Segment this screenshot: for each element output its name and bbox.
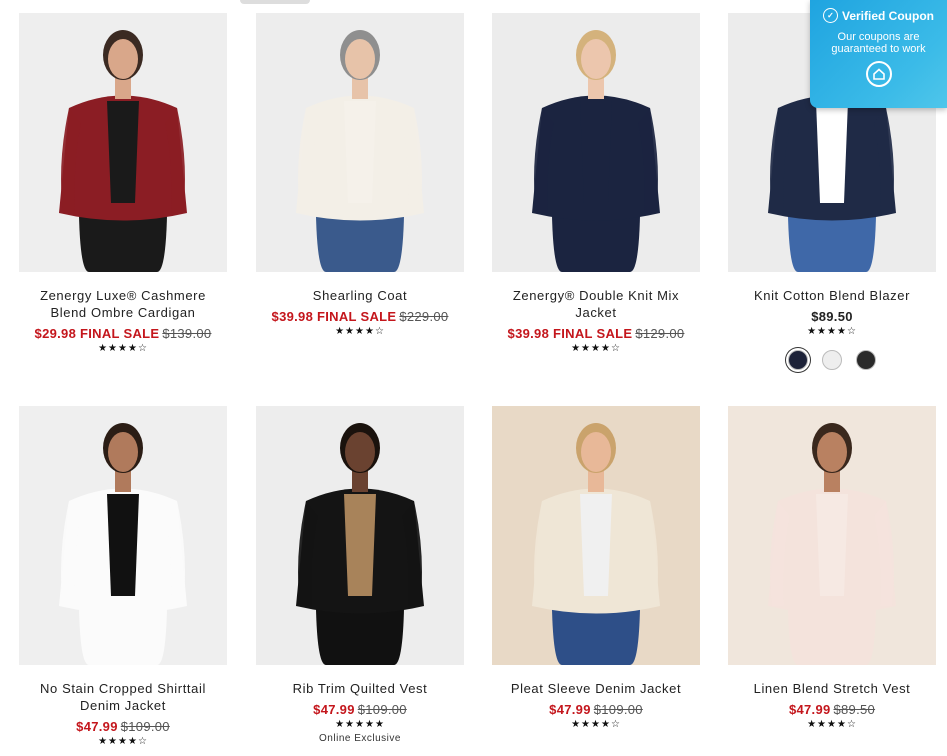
product-image[interactable] <box>492 13 700 272</box>
product-price: $39.98 FINAL SALE $129.00 <box>492 326 700 342</box>
original-price: $89.50 <box>833 702 876 717</box>
color-swatches <box>728 350 936 370</box>
product-image[interactable] <box>728 406 936 665</box>
product-name[interactable]: Knit Cotton Blend Blazer <box>728 287 936 304</box>
coupon-header: ✓ Verified Coupon <box>810 8 947 23</box>
online-exclusive-label: Online Exclusive <box>319 733 401 744</box>
original-price: $109.00 <box>120 719 170 734</box>
product-card[interactable]: Rib Trim Quilted Vest $47.99 $109.00 ★★★★★ O… <box>256 406 464 744</box>
product-image[interactable] <box>256 13 464 272</box>
product-image[interactable] <box>19 406 227 665</box>
sale-price: $39.98 FINAL SALE <box>507 326 633 341</box>
star-rating-icon[interactable]: ★★★★☆ <box>19 343 227 355</box>
product-grid: Zenergy Luxe® Cashmere Blend Ombre Cardi… <box>0 0 947 756</box>
sale-price: $47.99 <box>76 719 118 734</box>
product-name[interactable]: No Stain Cropped Shirttail Denim Jacket <box>19 680 227 714</box>
product-image[interactable] <box>492 406 700 665</box>
product-card[interactable]: Pleat Sleeve Denim Jacket $47.99 $109.00 ★★… <box>492 406 700 731</box>
star-rating-icon[interactable]: ★★★★☆ <box>492 719 700 731</box>
product-name[interactable]: Pleat Sleeve Denim Jacket <box>492 680 700 697</box>
product-price: $47.99 $109.00 <box>492 702 700 718</box>
product-name[interactable]: Zenergy® Double Knit Mix Jacket <box>492 287 700 321</box>
product-name[interactable]: Zenergy Luxe® Cashmere Blend Ombre Cardi… <box>19 287 227 321</box>
product-price: $89.50 <box>728 309 936 325</box>
sale-price: $47.99 <box>549 702 591 717</box>
product-price: $39.98 FINAL SALE $229.00 <box>256 309 464 325</box>
sale-price: $47.99 <box>313 702 355 717</box>
verified-coupon-badge[interactable]: ✓ Verified Coupon Our coupons are guaran… <box>810 0 947 108</box>
product-price: $47.99 $89.50 <box>728 702 936 718</box>
star-rating-icon[interactable]: ★★★★☆ <box>256 326 464 338</box>
filter-toggle[interactable] <box>240 0 310 4</box>
product-card[interactable]: No Stain Cropped Shirttail Denim Jacket $… <box>19 406 227 748</box>
star-rating-icon[interactable]: ★★★★★ <box>256 719 464 731</box>
star-rating-icon[interactable]: ★★★★☆ <box>728 326 936 338</box>
color-swatch[interactable] <box>856 350 876 370</box>
product-name[interactable]: Rib Trim Quilted Vest <box>256 680 464 697</box>
coupon-message: Our coupons are guaranteed to work <box>831 31 926 55</box>
original-price: $109.00 <box>593 702 643 717</box>
product-card[interactable]: Zenergy Luxe® Cashmere Blend Ombre Cardi… <box>19 13 227 355</box>
product-price: $47.99 $109.00 <box>256 702 464 718</box>
product-image[interactable] <box>256 406 464 665</box>
original-price: $229.00 <box>399 309 449 324</box>
product-image[interactable] <box>19 13 227 272</box>
original-price: $109.00 <box>357 702 407 717</box>
product-price: $47.99 $109.00 <box>19 719 227 735</box>
sale-price: $47.99 <box>788 702 831 717</box>
original-price: $129.00 <box>635 326 685 341</box>
product-card[interactable]: Zenergy® Double Knit Mix Jacket $39.98 FI… <box>492 13 700 355</box>
sale-price: $29.98 FINAL SALE <box>34 326 160 341</box>
star-rating-icon[interactable]: ★★★★☆ <box>728 719 936 731</box>
star-rating-icon[interactable]: ★★★★☆ <box>19 736 227 748</box>
check-circle-icon: ✓ <box>822 8 838 23</box>
product-card[interactable]: Linen Blend Stretch Vest $47.99 $89.50 ★★★★… <box>728 406 936 731</box>
regular-price: $89.50 <box>811 309 853 324</box>
coupon-title: Verified Coupon <box>841 8 934 23</box>
sale-price: $39.98 FINAL SALE <box>271 309 397 324</box>
color-swatch[interactable] <box>822 350 842 370</box>
product-name[interactable]: Linen Blend Stretch Vest <box>728 680 936 697</box>
original-price: $139.00 <box>162 326 212 341</box>
house-logo-icon[interactable] <box>865 61 892 87</box>
product-card[interactable]: Shearling Coat $39.98 FINAL SALE $229.00 ★★… <box>256 13 464 338</box>
product-name[interactable]: Shearling Coat <box>256 287 464 304</box>
product-price: $29.98 FINAL SALE $139.00 <box>19 326 227 342</box>
star-rating-icon[interactable]: ★★★★☆ <box>492 343 700 355</box>
color-swatch[interactable] <box>788 350 808 370</box>
